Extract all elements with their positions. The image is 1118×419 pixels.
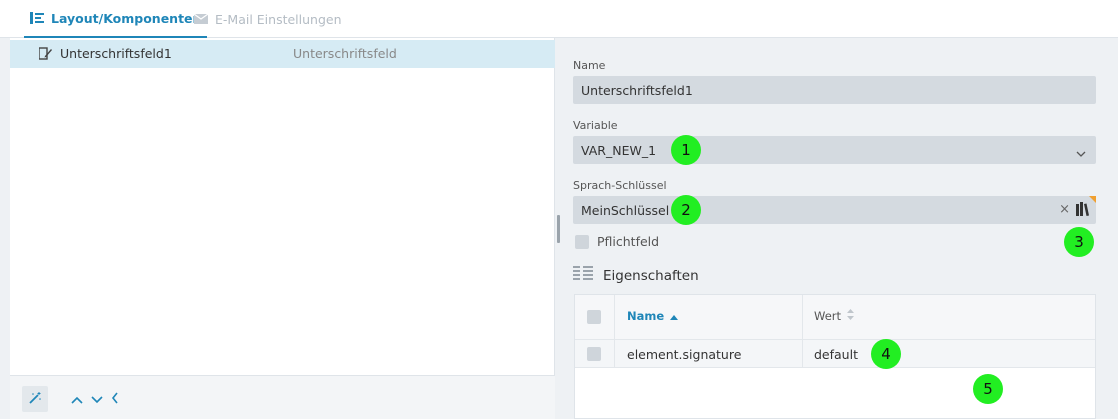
envelope-icon	[194, 14, 208, 24]
table-header: Name Wert	[575, 295, 1095, 340]
sort-neutral-icon	[847, 309, 855, 323]
chevron-down-icon	[1076, 145, 1086, 160]
row-name: element.signature	[627, 347, 742, 362]
tab-label: E-Mail Einstellungen	[215, 11, 342, 27]
name-field[interactable]: Unterschriftsfeld1	[573, 76, 1096, 104]
language-key-label: Sprach-Schlüssel	[573, 179, 667, 192]
properties-section-header: Eigenschaften	[573, 266, 699, 285]
tree-item-unterschriftsfeld1[interactable]: Unterschriftsfeld1 Unterschriftsfeld	[10, 40, 555, 68]
move-out-button[interactable]	[102, 386, 128, 412]
magic-wand-icon	[28, 391, 42, 408]
library-lookup-icon[interactable]	[1076, 202, 1089, 219]
variable-label: Variable	[573, 119, 618, 132]
component-tree-panel: Unterschriftsfeld1 Unterschriftsfeld	[10, 38, 555, 419]
row-value: default	[814, 347, 858, 362]
edit-indicator-corner	[1089, 196, 1096, 203]
column-divider	[802, 295, 803, 339]
select-all-checkbox[interactable]	[587, 310, 601, 324]
column-header-name[interactable]: Name	[627, 309, 679, 323]
properties-table: Name Wert element.signature default	[574, 294, 1096, 419]
required-label: Pflichtfeld	[597, 234, 660, 249]
select-all-cell	[575, 295, 615, 339]
clear-icon[interactable]: ×	[1059, 202, 1070, 217]
column-header-value[interactable]: Wert	[814, 309, 855, 323]
annotation-marker-5: 5	[973, 374, 1003, 404]
column-label: Name	[627, 309, 665, 323]
signature-edit-icon	[38, 47, 52, 63]
tab-email-einstellungen[interactable]: E-Mail Einstellungen	[188, 0, 348, 38]
tree-item-type: Unterschriftsfeld	[293, 46, 397, 61]
sort-asc-icon	[670, 309, 679, 323]
column-label: Wert	[814, 309, 842, 323]
row-checkbox[interactable]	[587, 347, 601, 361]
row-select-cell	[575, 340, 615, 367]
language-key-value: MeinSchlüssel	[581, 202, 670, 218]
name-label: Name	[573, 59, 606, 72]
tab-label: Layout/Komponenten	[51, 10, 202, 26]
variable-value: VAR_NEW_1	[581, 142, 657, 158]
chevron-up-icon	[71, 392, 83, 407]
annotation-marker-1: 1	[671, 135, 701, 165]
tab-bar: Layout/Komponenten E-Mail Einstellungen	[0, 0, 1118, 38]
properties-panel: Name Unterschriftsfeld1 Variable VAR_NEW…	[560, 38, 1118, 419]
tree-layout-icon	[30, 12, 44, 24]
annotation-marker-3: 3	[1064, 227, 1094, 257]
tree-item-label: Unterschriftsfeld1	[60, 46, 172, 61]
section-title: Eigenschaften	[603, 267, 699, 284]
column-divider	[802, 340, 803, 367]
magic-wand-button[interactable]	[22, 386, 48, 412]
required-checkbox[interactable]: Pflichtfeld	[575, 234, 659, 249]
annotation-marker-2: 2	[671, 195, 701, 225]
annotation-marker-4: 4	[871, 339, 901, 369]
checkbox-box[interactable]	[575, 234, 589, 249]
chevron-left-icon	[111, 392, 119, 407]
language-key-field[interactable]: MeinSchlüssel ×	[573, 196, 1096, 224]
name-value: Unterschriftsfeld1	[581, 82, 693, 98]
table-row[interactable]: element.signature default	[575, 340, 1095, 368]
tab-layout-komponenten[interactable]: Layout/Komponenten	[24, 0, 208, 38]
tree-toolbar	[10, 375, 555, 419]
variable-select[interactable]: VAR_NEW_1	[573, 136, 1096, 164]
list-properties-icon	[573, 266, 593, 285]
